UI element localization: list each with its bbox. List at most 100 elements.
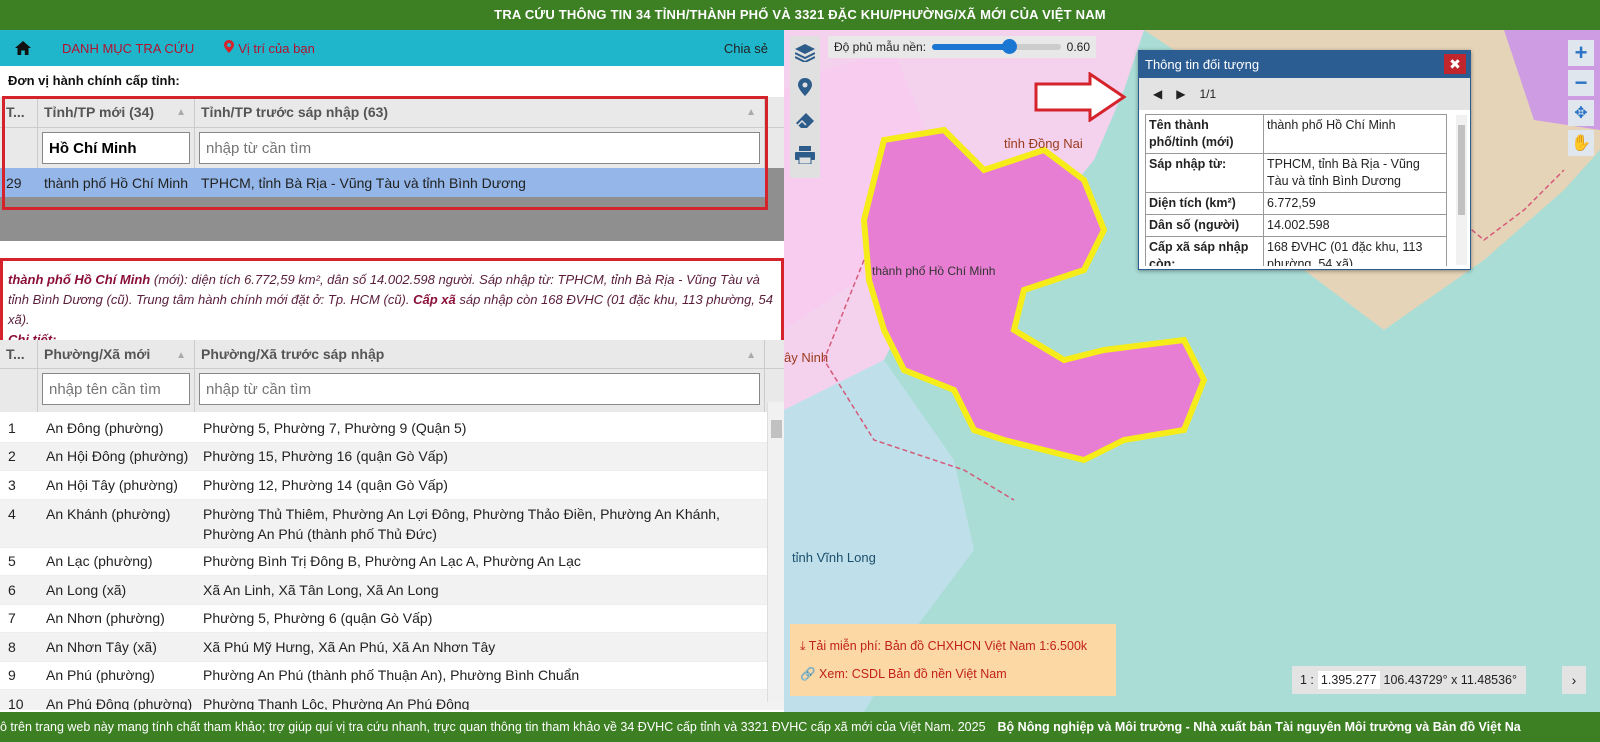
cell-new: An Hội Tây (phường) (46, 476, 178, 493)
ward-new-filter-input[interactable] (42, 373, 190, 405)
ward-col-old-header[interactable]: Phường/Xã trước sáp nhập ▲ (195, 340, 765, 368)
map-label-tayninh: ây Ninh (784, 350, 829, 365)
zoom-out-button[interactable]: − (1568, 70, 1594, 96)
table-row[interactable]: 4 An Khánh (phường) Phường Thủ Thiêm, Phườ… (0, 499, 784, 548)
popup-row: Diện tích (km²) 6.772,59 (1145, 192, 1447, 215)
popup-close-button[interactable]: ✖ (1444, 54, 1466, 74)
table-row[interactable]: 7 An Nhơn (phường) Phường 5, Phường 6 (quậ… (0, 605, 784, 633)
cell-no: 3 (8, 476, 16, 493)
popup-row: Tên thành phố/tỉnh (mới) thành phố Hồ Chí… (1145, 114, 1447, 154)
zoom-controls: + − ✥ ✋ (1568, 40, 1594, 160)
pan-icon[interactable]: ✥ (1568, 100, 1594, 126)
popup-value: 6.772,59 (1263, 192, 1447, 215)
cell-old: Phường Thạnh Lộc, Phường An Phú Đông (203, 695, 470, 710)
my-location-link[interactable]: Vị trí của bạn (224, 40, 315, 56)
opacity-control: Độ phủ mẫu nền: 0.60 (828, 36, 1096, 58)
popup-scroll-thumb[interactable] (1458, 125, 1465, 215)
cell-old: Phường 12, Phường 14 (quận Gò Vấp) (203, 476, 448, 493)
popup-pager: ◀ ▶ 1/1 (1139, 78, 1470, 110)
scale-coordinates-box: 1 : 1.395.277 106.43729° x 11.48536° (1292, 666, 1526, 694)
scroll-thumb[interactable] (771, 420, 782, 438)
popup-key: Diện tích (km²) (1145, 192, 1264, 215)
popup-row: Dân số (người) 14.002.598 (1145, 214, 1447, 237)
footer-ticker: ô trên trang web này mang tính chất tham… (0, 712, 1600, 742)
ward-old-filter-input[interactable] (199, 373, 760, 405)
popup-key: Sáp nhập từ: (1145, 153, 1264, 193)
cell-old: Phường 15, Phường 16 (quận Gò Vấp) (203, 448, 448, 465)
menu-bar: DANH MỤC TRA CỨU Vị trí của bạn Chia sẻ (0, 30, 784, 66)
location-marker-icon[interactable] (790, 70, 820, 104)
cell-new: An Lạc (phường) (46, 553, 153, 570)
view-basemap-link[interactable]: 🔗 Xem: CSDL Bản đồ nền Việt Nam (800, 660, 1106, 688)
app-title-bar: TRA CỨU THÔNG TIN 34 TỈNH/THÀNH PHỐ VÀ 3… (0, 0, 1600, 30)
table-row[interactable]: 10 An Phú Đông (phường) Phường Thạnh Lộc, … (0, 690, 784, 710)
table-row[interactable]: 1 An Đông (phường) Phường 5, Phường 7, Phư… (0, 414, 784, 443)
ward-filters (0, 369, 784, 412)
table-row[interactable]: 9 An Phú (phường) Phường An Phú (thành phố… (0, 662, 784, 690)
table-row[interactable]: 6 An Long (xã) Xã An Linh, Xã Tân Long, Xã… (0, 576, 784, 605)
map-toolbar (790, 36, 820, 178)
cell-old: Phường Thủ Thiêm, Phường An Lợi Đông, Ph… (203, 505, 720, 542)
cell-new: An Phú (phường) (46, 667, 155, 684)
cell-old: Phường 5, Phường 6 (quận Gò Vấp) (203, 610, 433, 627)
arrow-annotation-icon (1034, 72, 1127, 122)
popup-row: Cấp xã sáp nhập còn: 168 ĐVHC (01 đặc khu… (1145, 236, 1447, 266)
cell-no: 2 (8, 448, 16, 465)
opacity-label: Độ phủ mẫu nền: (834, 40, 927, 54)
map-label-dongnai: tỉnh Đồng Nai (1004, 136, 1083, 151)
cell-new: An Nhơn Tây (xã) (46, 638, 157, 655)
cell-old: Xã An Linh, Xã Tân Long, Xã An Long (203, 581, 439, 598)
table-row[interactable]: 8 An Nhơn Tây (xã) Xã Phú Mỹ Hưng, Xã An P… (0, 633, 784, 662)
print-icon[interactable] (790, 138, 820, 172)
opacity-value: 0.60 (1066, 40, 1090, 54)
opacity-slider-handle[interactable] (1002, 39, 1018, 54)
cell-old: Phường An Phú (thành phố Thuận An), Phườ… (203, 667, 580, 684)
table-row[interactable]: 5 An Lạc (phường) Phường Bình Trị Đông B, … (0, 548, 784, 576)
table-row[interactable]: 3 An Hội Tây (phường) Phường 12, Phường 14… (0, 471, 784, 500)
popup-key: Cấp xã sáp nhập còn: (1145, 236, 1264, 266)
download-link[interactable]: ⤓ Tải miễn phí: Bản đồ CHXHCN Việt Nam 1… (800, 632, 1106, 660)
ward-grid-header: T... Phường/Xã mới ▲ Phường/Xã trước sáp … (0, 340, 784, 369)
scale-value[interactable]: 1.395.277 (1317, 671, 1380, 689)
share-link[interactable]: Chia sẻ (724, 41, 768, 56)
layers-icon[interactable] (790, 36, 820, 70)
footer-credit: Bộ Nông nghiệp và Môi trường - Nhà xuất … (997, 720, 1521, 734)
feature-info-popup: Thông tin đối tượng ✖ ◀ ▶ 1/1 Tên thành … (1138, 50, 1471, 270)
opacity-slider[interactable] (932, 39, 1061, 54)
cell-new: An Nhơn (phường) (46, 610, 165, 627)
map-panel[interactable]: thành phố Hồ Chí Minh tỉnh Đồng Nai ây N… (784, 30, 1600, 712)
cell-no: 10 (8, 695, 24, 710)
home-icon[interactable] (0, 41, 46, 55)
popup-value: 14.002.598 (1263, 214, 1447, 237)
popup-table: Tên thành phố/tỉnh (mới) thành phố Hồ Chí… (1145, 114, 1447, 266)
cell-no: 4 (8, 505, 16, 522)
cell-no: 6 (8, 581, 16, 598)
table-row[interactable]: 2 An Hội Đông (phường) Phường 15, Phường 1… (0, 442, 784, 471)
next-arrow-icon[interactable]: ▶ (1176, 87, 1185, 101)
scale-next-button[interactable]: › (1562, 666, 1586, 694)
cell-new: An Khánh (phường) (46, 505, 171, 522)
popup-key: Tên thành phố/tỉnh (mới) (1145, 114, 1264, 154)
ward-col-no-header[interactable]: T... (0, 340, 38, 368)
cell-new: An Long (xã) (46, 581, 127, 598)
eraser-icon[interactable] (790, 104, 820, 138)
cell-no: 9 (8, 667, 16, 684)
app-title: TRA CỨU THÔNG TIN 34 TỈNH/THÀNH PHỐ VÀ 3… (494, 7, 1106, 22)
hand-icon[interactable]: ✋ (1568, 130, 1594, 156)
my-location-label: Vị trí của bạn (238, 40, 315, 56)
ward-col-new-header[interactable]: Phường/Xã mới ▲ (38, 340, 195, 368)
ward-scrollbar[interactable] (767, 402, 784, 702)
footer-notice: ô trên trang web này mang tính chất tham… (0, 720, 986, 734)
catalog-menu[interactable]: DANH MỤC TRA CỨU (62, 41, 194, 56)
popup-row: Sáp nhập từ: TPHCM, tỉnh Bà Rịa - Vũng Tà… (1145, 153, 1447, 193)
cell-new: An Đông (phường) (46, 419, 164, 436)
cell-no: 8 (8, 638, 16, 655)
popup-value: thành phố Hồ Chí Minh (1263, 114, 1447, 154)
prev-arrow-icon[interactable]: ◀ (1153, 87, 1162, 101)
popup-value: TPHCM, tỉnh Bà Rịa - Vũng Tàu và tỉnh Bì… (1263, 153, 1447, 193)
popup-key: Dân số (người) (1145, 214, 1264, 237)
popup-title: Thông tin đối tượng (1139, 51, 1470, 78)
popup-value: 168 ĐVHC (01 đặc khu, 113 phường, 54 xã) (1263, 236, 1447, 266)
popup-scrollbar[interactable] (1456, 115, 1467, 265)
zoom-in-button[interactable]: + (1568, 40, 1594, 66)
